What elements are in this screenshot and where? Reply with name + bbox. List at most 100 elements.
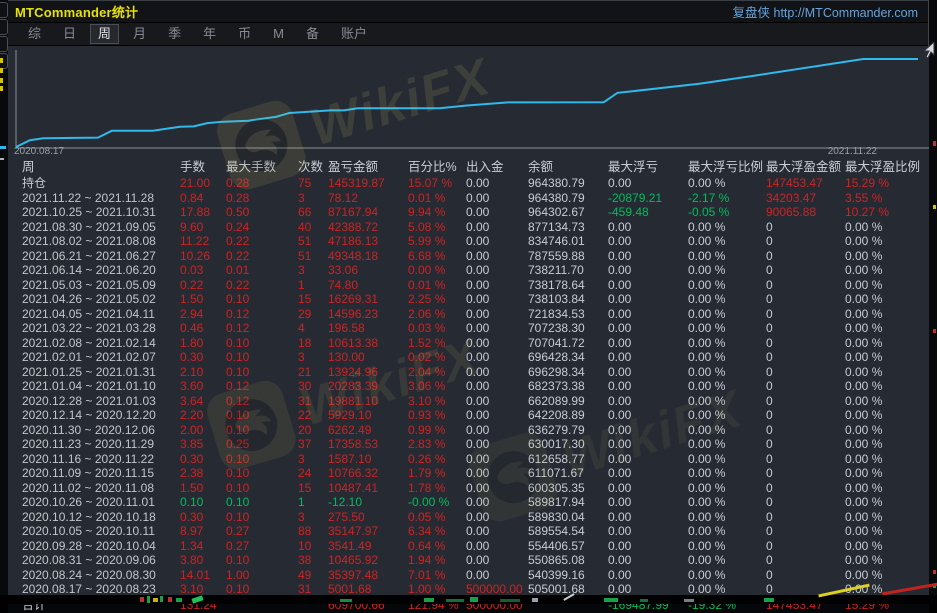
table-row[interactable]: 2021.08.30 ~ 2021.09.059.600.244042388.7… xyxy=(8,220,929,235)
menu-item-周[interactable]: 周 xyxy=(90,24,119,44)
table-row[interactable]: 2021.01.25 ~ 2021.01.312.100.102113924.9… xyxy=(8,365,929,380)
table-row[interactable]: 2021.03.22 ~ 2021.03.280.460.124196.580.… xyxy=(8,321,929,336)
table-row[interactable]: 2021.04.26 ~ 2021.05.021.500.101516269.3… xyxy=(8,292,929,307)
table-cell: 0.00 xyxy=(608,510,688,525)
table-cell: 0.03 % xyxy=(408,321,466,336)
table-row[interactable]: 2020.10.05 ~ 2020.10.118.970.278835147.9… xyxy=(8,524,929,539)
table-cell: 14596.23 xyxy=(328,307,408,322)
table-cell: 49348.18 xyxy=(328,249,408,264)
table-cell: 275.50 xyxy=(328,510,408,525)
table-cell: 0.10 xyxy=(226,466,298,481)
table-cell: -0.05 % xyxy=(688,205,766,220)
table-cell: 1.34 xyxy=(180,539,226,554)
table-cell: 15.29 % xyxy=(845,176,929,191)
table-row[interactable]: 2020.11.23 ~ 2020.11.293.850.253717358.5… xyxy=(8,437,929,452)
table-row[interactable]: 2020.10.26 ~ 2020.11.010.100.101-12.10-0… xyxy=(8,495,929,510)
table-row[interactable]: 2021.06.21 ~ 2021.06.2710.260.225149348.… xyxy=(8,249,929,264)
table-cell: 0.00 % xyxy=(408,263,466,278)
menu-item-年[interactable]: 年 xyxy=(195,24,224,44)
table-cell: 10766.32 xyxy=(328,466,408,481)
table-cell: 738211.70 xyxy=(528,263,608,278)
table-cell: 0.00 xyxy=(608,437,688,452)
table-cell: 589830.04 xyxy=(528,510,608,525)
table-row[interactable]: 2020.08.31 ~ 2020.09.063.800.103810465.9… xyxy=(8,553,929,568)
table-cell: 6.34 % xyxy=(408,524,466,539)
table-row[interactable]: 2021.06.14 ~ 2021.06.200.030.01333.060.0… xyxy=(8,263,929,278)
menu-item-综[interactable]: 综 xyxy=(20,24,49,44)
table-cell: 145319.87 xyxy=(328,176,408,191)
table-cell: 0.00 xyxy=(608,553,688,568)
table-row[interactable]: 2020.11.16 ~ 2020.11.220.300.1031587.100… xyxy=(8,452,929,467)
balance-chart: 2020.08.17 2021.11.22 xyxy=(8,46,929,159)
table-cell: 0 xyxy=(766,437,845,452)
table-row[interactable]: 2021.11.22 ~ 2021.11.280.840.28378.120.0… xyxy=(8,191,929,206)
brand-link[interactable]: 复盘侠 http://MTCommander.com xyxy=(733,2,919,21)
table-row[interactable]: 2020.12.28 ~ 2021.01.033.640.123119881.1… xyxy=(8,394,929,409)
table-cell: 0.00 % xyxy=(688,220,766,235)
table-row[interactable]: 2021.02.01 ~ 2021.02.070.300.103130.000.… xyxy=(8,350,929,365)
table-cell: 3 xyxy=(298,452,328,467)
table-cell: 0.00 % xyxy=(688,234,766,249)
table-cell: 2.94 xyxy=(180,307,226,322)
menu-item-账户[interactable]: 账户 xyxy=(333,24,375,44)
table-row[interactable]: 2021.02.08 ~ 2021.02.141.800.101810613.3… xyxy=(8,336,929,351)
table-row[interactable]: 2020.11.09 ~ 2020.11.152.380.102410766.3… xyxy=(8,466,929,481)
window-fragment xyxy=(446,599,464,602)
table-cell: 0.84 xyxy=(180,191,226,206)
table-cell: 696428.34 xyxy=(528,350,608,365)
window-fragment xyxy=(160,596,163,602)
table-row[interactable]: 2021.08.02 ~ 2021.08.0811.220.225147186.… xyxy=(8,234,929,249)
table-cell: 0.00 xyxy=(466,568,528,583)
table-cell: 0.00 xyxy=(608,394,688,409)
table-row[interactable]: 2020.11.30 ~ 2020.12.062.000.10206262.49… xyxy=(8,423,929,438)
table-cell: -0.00 % xyxy=(408,495,466,510)
table-row[interactable]: 持仓21.000.2875145319.8715.07 %0.00964380.… xyxy=(8,176,929,191)
table-row[interactable]: 2020.08.24 ~ 2020.08.3014.011.004935397.… xyxy=(8,568,929,583)
table-cell: 6262.49 xyxy=(328,423,408,438)
menu-item-月[interactable]: 月 xyxy=(125,24,154,44)
table-row[interactable]: 2021.10.25 ~ 2021.10.3117.880.506687167.… xyxy=(8,205,929,220)
menu-item-日[interactable]: 日 xyxy=(55,24,84,44)
table-cell: 0.00 % xyxy=(688,176,766,191)
menu-item-季[interactable]: 季 xyxy=(160,24,189,44)
table-cell: 3 xyxy=(298,263,328,278)
window-fragment xyxy=(0,78,3,83)
table-row[interactable]: 2021.01.04 ~ 2021.01.103.600.123020283.3… xyxy=(8,379,929,394)
menu-item-M[interactable]: M xyxy=(265,24,292,44)
menu-item-币[interactable]: 币 xyxy=(230,24,259,44)
table-cell: 0.00 % xyxy=(688,249,766,264)
table-cell: 0 xyxy=(766,336,845,351)
table-cell: 0.22 xyxy=(226,278,298,293)
table-row[interactable]: 2020.11.02 ~ 2020.11.081.500.101510487.4… xyxy=(8,481,929,496)
table-cell: 2020.10.26 ~ 2020.11.01 xyxy=(22,495,180,510)
table-cell: 0.00 % xyxy=(845,379,929,394)
table-cell: 2021.01.25 ~ 2021.01.31 xyxy=(22,365,180,380)
table-cell: 0.99 % xyxy=(408,423,466,438)
table-row[interactable]: 2020.12.14 ~ 2020.12.202.200.10225929.10… xyxy=(8,408,929,423)
table-row[interactable]: 2020.09.28 ~ 2020.10.041.340.27103541.49… xyxy=(8,539,929,554)
table-cell: 2020.11.02 ~ 2020.11.08 xyxy=(22,481,180,496)
table-cell: 0.00 % xyxy=(845,350,929,365)
table-cell: 964380.79 xyxy=(528,176,608,191)
table-cell: 0.26 % xyxy=(408,452,466,467)
table-cell: 3.85 xyxy=(180,437,226,452)
table-cell: 0.10 xyxy=(226,495,298,510)
table-cell: 22 xyxy=(298,408,328,423)
table-cell: 0.00 xyxy=(466,408,528,423)
table-cell: 10465.92 xyxy=(328,553,408,568)
table-cell: 2.04 % xyxy=(408,365,466,380)
table-cell: 0.10 xyxy=(226,350,298,365)
table-cell: 0.00 xyxy=(466,205,528,220)
table-row[interactable]: 2021.05.03 ~ 2021.05.090.220.22174.800.0… xyxy=(8,278,929,293)
table-cell: 0 xyxy=(766,495,845,510)
table-cell: 90065.88 xyxy=(766,205,845,220)
table-cell: 0.28 xyxy=(226,176,298,191)
menu-item-备[interactable]: 备 xyxy=(298,24,327,44)
table-cell: 0.28 xyxy=(226,191,298,206)
window-fragment xyxy=(684,599,694,602)
table-cell: 1.52 % xyxy=(408,336,466,351)
table-row[interactable]: 2020.10.12 ~ 2020.10.180.300.103275.500.… xyxy=(8,510,929,525)
table-cell: 0.00 % xyxy=(845,365,929,380)
table-cell: 1.78 % xyxy=(408,481,466,496)
table-row[interactable]: 2021.04.05 ~ 2021.04.112.940.122914596.2… xyxy=(8,307,929,322)
